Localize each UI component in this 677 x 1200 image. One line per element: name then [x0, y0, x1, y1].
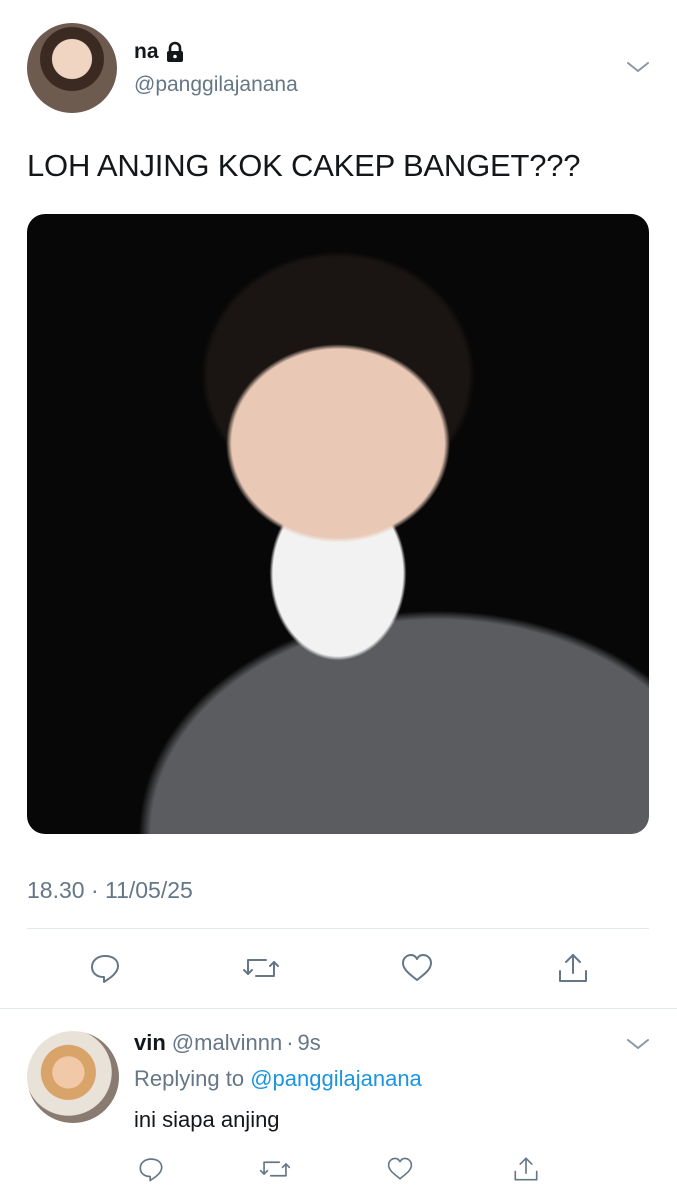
reply-dot-separator: ·	[286, 1030, 294, 1055]
chevron-down-icon[interactable]	[626, 58, 650, 76]
share-button[interactable]	[552, 948, 594, 988]
reply-author-avatar[interactable]	[27, 1031, 119, 1123]
retweet-icon	[243, 959, 279, 977]
reply-icon	[91, 955, 119, 983]
lock-icon	[165, 41, 185, 63]
reply-button[interactable]	[84, 948, 126, 988]
reply-reply-button[interactable]	[132, 1152, 170, 1186]
reply-author-name[interactable]: vin	[134, 1030, 166, 1056]
divider	[27, 928, 649, 929]
tweet-timestamp[interactable]: 18.30 · 11/05/25	[27, 877, 193, 904]
share-icon	[514, 1157, 538, 1181]
retweet-button[interactable]	[240, 948, 282, 988]
divider	[0, 1008, 677, 1009]
reply-text: ini siapa anjing	[134, 1107, 280, 1132]
replying-to-handle-link[interactable]: @panggilajanana	[250, 1066, 422, 1091]
reply-share-button[interactable]	[507, 1152, 545, 1186]
author-avatar[interactable]	[27, 23, 117, 113]
author-handle[interactable]: @panggilajanana	[134, 73, 298, 97]
like-button[interactable]	[396, 948, 438, 988]
reply-like-button[interactable]	[381, 1152, 419, 1186]
reply-age[interactable]: 9s	[298, 1030, 321, 1056]
tweet-photo[interactable]	[27, 214, 649, 834]
reply-author-handle[interactable]: @malvinnn	[172, 1030, 282, 1056]
replying-to-label: Replying to	[134, 1066, 245, 1091]
replying-to: Replying to @panggilajanana	[134, 1066, 422, 1092]
like-icon	[387, 1157, 413, 1180]
reply-chevron-down-icon[interactable]	[626, 1035, 650, 1053]
reply-header: vin @malvinnn · 9s	[134, 1030, 321, 1056]
reply-icon	[139, 1158, 163, 1182]
tweet-text: LOH ANJING KOK CAKEP BANGET???	[27, 148, 581, 183]
share-icon	[559, 954, 587, 982]
retweet-icon	[259, 1161, 291, 1177]
like-icon	[402, 954, 432, 981]
author-name[interactable]: na	[134, 40, 159, 64]
reply-retweet-button[interactable]	[256, 1152, 294, 1186]
author-name-row: na	[134, 40, 185, 64]
